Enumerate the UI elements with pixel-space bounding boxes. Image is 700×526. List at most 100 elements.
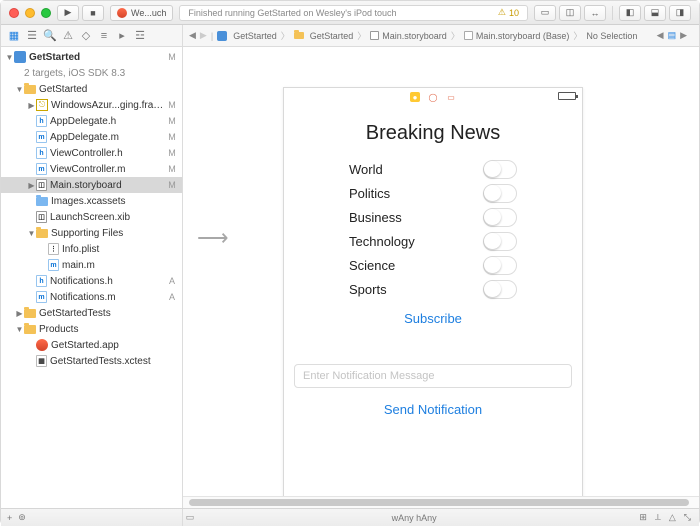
tree-file-main-m[interactable]: m main.m (1, 257, 182, 273)
notification-textfield[interactable]: Enter Notification Message (294, 364, 572, 388)
category-label[interactable]: Sports (349, 282, 387, 297)
prev-file-icon[interactable]: ◀ (657, 30, 664, 41)
send-button[interactable]: Send Notification (284, 402, 582, 417)
category-switch[interactable] (483, 160, 517, 179)
folder-icon (294, 32, 304, 39)
category-label[interactable]: Business (349, 210, 402, 225)
separator (612, 6, 613, 20)
category-switch[interactable] (483, 232, 517, 251)
editor-version-button[interactable]: ↔ (584, 5, 606, 21)
tree-group-supporting[interactable]: ▼ Supporting Files (1, 225, 182, 241)
scrollbar-thumb[interactable] (189, 499, 689, 506)
tree-file-appdelegate-m[interactable]: m AppDelegate.mM (1, 129, 182, 145)
category-switch[interactable] (483, 184, 517, 203)
next-file-icon[interactable]: ▶ (680, 30, 687, 41)
align-icon[interactable]: ⊞ (639, 512, 647, 523)
category-label[interactable]: Politics (349, 186, 390, 201)
resize-icon[interactable]: ⤡ (684, 512, 691, 523)
filter-icon[interactable]: ⊚ (18, 512, 26, 523)
tree-file-viewcontroller-m[interactable]: m ViewController.mM (1, 161, 182, 177)
tree-file-notifications-h[interactable]: h Notifications.hA (1, 273, 182, 289)
tree-file-notifications-m[interactable]: m Notifications.mA (1, 289, 182, 305)
jump-bar[interactable]: ◀ ▶ | GetStarted 〉 GetStarted 〉 Main.sto… (183, 29, 699, 42)
tree-file-main-storyboard[interactable]: ▶◫ Main.storyboardM (1, 177, 182, 193)
size-class-control[interactable]: wAny hAny (197, 513, 631, 523)
minimize-window-icon[interactable] (25, 8, 35, 18)
report-navigator-icon[interactable]: ☲ (133, 29, 147, 43)
pin-icon[interactable]: ⟂ (655, 512, 661, 523)
debug-navigator-icon[interactable]: ≡ (97, 29, 111, 43)
scheme-label: We...uch (131, 8, 166, 18)
view-controller-scene[interactable]: ● ◯ ▭ Breaking News World Politics Busin… (283, 87, 583, 507)
category-label[interactable]: World (349, 162, 383, 177)
category-switch[interactable] (483, 208, 517, 227)
category-switch[interactable] (483, 280, 517, 299)
issues-badge[interactable]: ⚠ 10 (498, 7, 519, 18)
tree-project[interactable]: ▼ GetStarted M (1, 49, 182, 65)
toggle-bottom-panel-button[interactable]: ⬓ (644, 5, 666, 21)
project-icon (14, 51, 26, 63)
outline-icon[interactable]: ▤ (668, 30, 677, 41)
run-button[interactable]: ▶ (57, 5, 79, 21)
scheme-selector[interactable]: We...uch (110, 5, 173, 21)
exit-icon[interactable]: ▭ (446, 92, 456, 102)
editor-standard-button[interactable]: ▭ (534, 5, 556, 21)
tree-product-app[interactable]: GetStarted.app (1, 337, 182, 353)
tree-group-tests[interactable]: ▶ GetStartedTests (1, 305, 182, 321)
first-responder-icon[interactable]: ◯ (428, 92, 438, 102)
tree-file-infoplist[interactable]: ⋮ Info.plist (1, 241, 182, 257)
tree-group-products[interactable]: ▼ Products (1, 321, 182, 337)
add-icon[interactable]: + (7, 513, 12, 523)
symbol-navigator-icon[interactable]: ☰ (25, 29, 39, 43)
project-navigator-icon[interactable]: ▦ (7, 29, 21, 43)
tree-project-sub: 2 targets, iOS SDK 8.3 (1, 65, 182, 81)
bc-project[interactable]: GetStarted (233, 31, 277, 41)
document-outline-toggle-icon[interactable]: ▭ (183, 512, 197, 523)
bc-variant[interactable]: Main.storyboard (Base) (476, 31, 570, 41)
editor-assistant-button[interactable]: ◫ (559, 5, 581, 21)
placeholder-text: Enter Notification Message (303, 370, 434, 382)
category-label[interactable]: Science (349, 258, 395, 273)
category-row: Science (349, 253, 517, 277)
close-window-icon[interactable] (9, 8, 19, 18)
stop-button[interactable]: ■ (82, 5, 104, 21)
xib-file-icon: ◫ (36, 211, 47, 223)
xctest-icon: ▦ (36, 355, 47, 367)
project-navigator[interactable]: ▼ GetStarted M 2 targets, iOS SDK 8.3 ▼ … (1, 47, 183, 508)
tree-file-appdelegate-h[interactable]: h AppDelegate.hM (1, 113, 182, 129)
folder-icon (36, 229, 48, 238)
subscribe-button[interactable]: Subscribe (284, 311, 582, 326)
storyboard-canvas[interactable]: ⟶ ● ◯ ▭ Breaking News World Politics Bus… (183, 47, 699, 508)
jump-fwd-icon[interactable]: ▶ (200, 30, 207, 41)
tree-product-xctest[interactable]: ▦ GetStartedTests.xctest (1, 353, 182, 369)
navigator-tabs: ▦ ☰ 🔍 ⚠ ◇ ≡ ▸ ☲ (1, 25, 183, 46)
bc-selection: No Selection (586, 31, 637, 41)
category-label[interactable]: Technology (349, 234, 415, 249)
vc-icon[interactable]: ● (410, 92, 420, 102)
issue-navigator-icon[interactable]: ⚠ (61, 29, 75, 43)
tree-file-launchscreen[interactable]: ◫ LaunchScreen.xib (1, 209, 182, 225)
breakpoint-navigator-icon[interactable]: ▸ (115, 29, 129, 43)
test-navigator-icon[interactable]: ◇ (79, 29, 93, 43)
horizontal-scrollbar[interactable] (183, 496, 699, 508)
category-switch[interactable] (483, 256, 517, 275)
tree-group-getstarted[interactable]: ▼ GetStarted (1, 81, 182, 97)
initial-vc-arrow-icon[interactable]: ⟶ (197, 225, 229, 251)
scene-dock[interactable]: ● ◯ ▭ (284, 88, 582, 106)
activity-status: Finished running GetStarted on Wesley's … (179, 5, 528, 21)
tree-file-xcassets[interactable]: Images.xcassets (1, 193, 182, 209)
tree-file-viewcontroller-h[interactable]: h ViewController.hM (1, 145, 182, 161)
header-file-icon: h (36, 275, 47, 287)
toggle-left-panel-button[interactable]: ◧ (619, 5, 641, 21)
jump-back-icon[interactable]: ◀ (189, 30, 196, 41)
toggle-right-panel-button[interactable]: ◨ (669, 5, 691, 21)
project-name: GetStarted (29, 52, 80, 63)
bc-file[interactable]: Main.storyboard (382, 31, 447, 41)
categories-stack: World Politics Business Technology Scien… (349, 157, 517, 301)
title-label[interactable]: Breaking News (284, 122, 582, 145)
tree-framework[interactable]: ▶⎋ WindowsAzur...ging.frameworkM (1, 97, 182, 113)
bc-group[interactable]: GetStarted (310, 31, 354, 41)
zoom-window-icon[interactable] (41, 8, 51, 18)
resolve-icon[interactable]: △ (669, 512, 676, 523)
find-navigator-icon[interactable]: 🔍 (43, 29, 57, 43)
